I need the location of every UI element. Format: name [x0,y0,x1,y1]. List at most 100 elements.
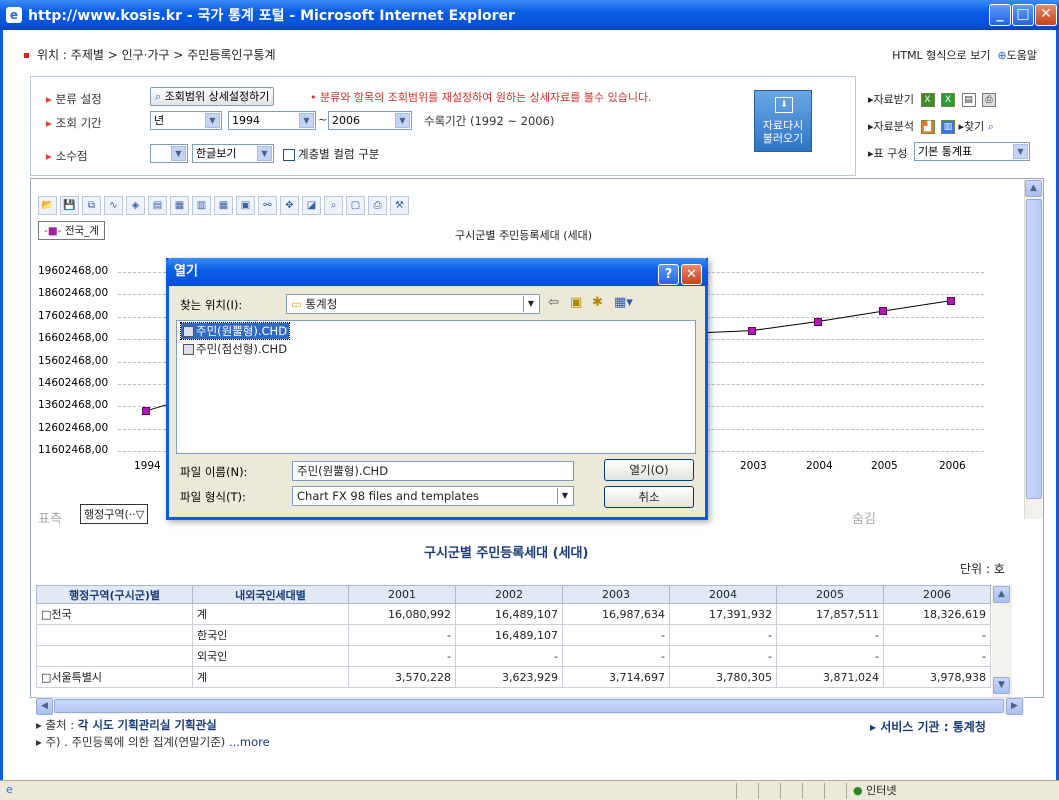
x-tick-label: 2005 [871,460,898,472]
table-config-select[interactable]: 기본 통계표 ▼ [914,142,1030,161]
table-row: 한국인 -16,489,107- - - - [36,624,991,646]
filetype-select[interactable]: Chart FX 98 files and templates ▼ [292,486,574,506]
help-link[interactable]: 도움말 [1007,49,1037,62]
range-detail-button[interactable]: ⌕ 조회범위 상세설정하기 [150,87,275,106]
window-title: http://www.kosis.kr - 국가 통계 포털 - Microso… [28,8,515,24]
graph-icon[interactable]: ▥ [941,120,956,134]
reload-data-button[interactable]: ⬇ 자료다시 불러오기 [754,90,812,152]
scroll-left-button[interactable]: ◀ [36,698,53,715]
3d-icon[interactable]: ◪ [302,195,321,215]
chart-scrollbar[interactable]: ▲ [1024,179,1043,519]
zoom-icon[interactable]: ⌕ [324,195,343,215]
value-cell: 3,714,697 [562,666,670,688]
filename-label: 파일 이름(N): [180,465,248,479]
type-cell: 계 [192,666,349,688]
value-cell: 16,489,107 [455,603,563,625]
analysis-row: ▸자료분석 ▟ ▥ ▸찾기 ⌕ [868,120,994,134]
dialog-close-button[interactable]: ✕ [681,264,702,285]
period-to-select[interactable]: 2006 ▼ [328,111,412,130]
file-item[interactable]: 주민(원뿔형).CHD [179,322,291,340]
rotate-icon[interactable]: ✥ [280,195,299,215]
scroll-thumb[interactable] [1026,199,1042,499]
y-tick-label: 14602468,00 [38,377,109,389]
maximize-button[interactable]: □ [1012,4,1034,26]
region-cell[interactable] [36,645,193,667]
chart-type-icon[interactable]: ∿ [104,195,123,215]
cancel-button[interactable]: 취소 [604,486,694,508]
data-editor-icon[interactable]: ▦ [170,195,189,215]
pivot-hide-label[interactable]: 숨김 [852,508,876,527]
series-line [882,300,952,312]
decimal-select[interactable]: ▼ [150,144,188,163]
grid-icon[interactable]: ▥ [192,195,211,215]
excel-icon[interactable]: X [920,93,935,107]
document-icon[interactable]: ▤ [961,93,976,107]
tools-icon[interactable]: ⚒ [390,195,409,215]
filename-input[interactable]: 주민(원뿔형).CHD [292,461,574,481]
up-folder-icon[interactable]: ▣ [570,295,582,310]
scroll-down-button[interactable]: ▼ [993,677,1010,694]
y-tick-label: 16602468,00 [38,332,109,345]
data-point[interactable] [879,307,887,316]
data-point[interactable] [947,296,955,305]
period-unit-select[interactable]: 년 ▼ [150,111,222,130]
column-header[interactable]: 내외국인세대별 [192,585,349,604]
value-cell: - [883,624,991,646]
magnifier-icon[interactable]: ⌕ [984,120,994,133]
value-cell: 3,978,938 [883,666,991,688]
printer-icon[interactable]: ⎙ [368,195,387,215]
region-cell[interactable]: □전국 [36,603,193,625]
open-icon[interactable]: 📂 [38,195,57,215]
scroll-right-button[interactable]: ▶ [1006,698,1023,715]
column-header: 2006 [883,585,991,604]
chart-legend[interactable]: -■- 전국_계 [38,221,106,240]
image-icon[interactable]: ▣ [236,195,255,215]
close-button[interactable]: ✕ [1035,4,1057,26]
region-cell[interactable] [36,624,193,646]
table-hscroll[interactable]: ◀ ▶ [36,697,1024,715]
find-link[interactable]: 찾기 [964,120,984,133]
view-language-select[interactable]: 한글보기 ▼ [192,144,274,163]
html-view-link[interactable]: HTML 형식으로 보기 [892,49,990,62]
new-folder-icon[interactable]: ✱ [592,295,603,310]
checkbox[interactable] [283,148,295,161]
palette-icon[interactable]: ◈ [126,195,145,215]
preview-icon[interactable]: ▢ [346,195,365,215]
minimize-button[interactable]: _ [989,4,1011,26]
table-vscroll[interactable]: ▲ ▼ [992,585,1012,697]
data-point[interactable] [748,326,756,335]
region-cell[interactable]: □서울특별시 [36,666,193,688]
csv-icon[interactable]: X [941,93,956,107]
hscroll-thumb[interactable] [54,699,1004,713]
chevron-down-icon: ▼ [1013,144,1028,159]
table-icon[interactable]: ▦ [214,195,233,215]
file-item[interactable]: 주민(점선형).CHD [181,341,289,357]
download-link[interactable]: 자료받기 [874,93,914,106]
lookin-select[interactable]: ▭ 통계청 ▼ [286,294,540,314]
column-header[interactable]: 행정구역(구시군)별 [36,585,193,604]
more-link[interactable]: ...more [229,735,270,749]
binoculars-icon[interactable]: ⚯ [258,195,277,215]
data-point[interactable] [814,317,822,326]
chevron-down-icon: ▼ [171,146,186,161]
back-icon[interactable]: ⇦ [548,295,559,310]
save-icon[interactable]: 💾 [60,195,79,215]
analysis-link[interactable]: 자료분석 [874,120,914,133]
period-from-select[interactable]: 1994 ▼ [228,111,316,130]
chart-icon[interactable]: ▟ [920,120,935,134]
service-agency: ▸ 서비스 기관 : 통계청 [870,720,986,734]
scroll-up-button[interactable]: ▲ [1025,180,1042,197]
dialog-help-button[interactable]: ? [658,264,679,285]
copy-icon[interactable]: ⧉ [82,195,101,215]
data-point[interactable] [142,406,150,415]
print-icon[interactable]: ⎙ [982,93,997,107]
location-path[interactable]: 주제별 > 인구·가구 > 주민등록인구통계 [71,48,276,62]
scroll-up-button[interactable]: ▲ [993,586,1010,603]
view-menu-icon[interactable]: ▦▾ [614,295,633,310]
pivot-selector[interactable]: 행정구역(··▽ [80,504,149,524]
filetype-label: 파일 형식(T): [180,490,246,504]
layer-column-option[interactable]: 계층별 컬럼 구분 [283,146,379,162]
legend-icon[interactable]: ▤ [148,195,167,215]
open-button[interactable]: 열기(O) [604,459,694,481]
ie-logo-icon: e [6,7,22,23]
